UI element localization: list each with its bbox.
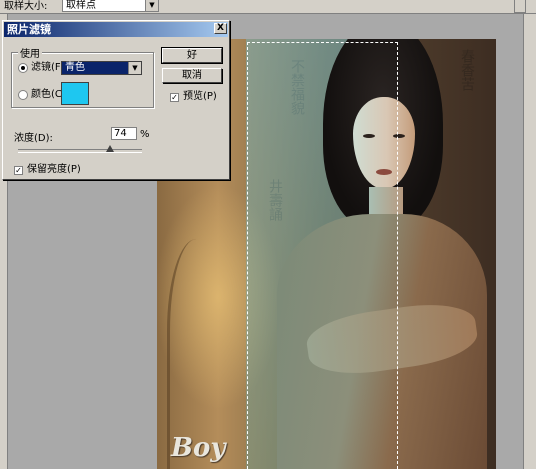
density-input[interactable]: 74 <box>111 127 137 140</box>
options-bar: 取样大小: 取样点 ▼ <box>0 0 536 14</box>
sample-size-select[interactable]: 取样点 ▼ <box>62 0 159 12</box>
photo-filter-dialog: 照片滤镜 X 使用 滤镜(F): 青色 ▼ 颜色(C): 好 取消 ✓ 预览(P… <box>2 20 230 180</box>
sample-size-value: 取样点 <box>66 0 96 11</box>
preserve-luminosity-label: 保留亮度(P) <box>27 164 81 175</box>
dialog-titlebar[interactable]: 照片滤镜 <box>4 22 228 37</box>
filter-radio[interactable] <box>18 63 28 73</box>
density-slider-track[interactable] <box>18 149 142 153</box>
filter-select[interactable]: 青色 ▼ <box>61 61 142 75</box>
dialog-title: 照片滤镜 <box>7 23 51 36</box>
density-unit: % <box>140 129 150 140</box>
sample-size-label: 取样大小: <box>4 1 48 12</box>
use-group-label: 使用 <box>18 45 42 60</box>
cancel-button[interactable]: 取消 <box>162 68 222 83</box>
dropdown-arrow-icon: ▼ <box>145 0 158 11</box>
checkmark-icon: ✓ <box>171 93 178 102</box>
background-calligraphy: 春香苦 <box>459 49 475 91</box>
ok-button[interactable]: 好 <box>161 47 223 64</box>
density-label: 浓度(D): <box>14 133 53 144</box>
dropdown-arrow-icon: ▼ <box>128 62 141 74</box>
palette-well-button[interactable] <box>514 0 526 13</box>
selection-marquee[interactable] <box>247 42 398 469</box>
color-swatch[interactable] <box>61 82 89 105</box>
preserve-luminosity-checkbox[interactable]: ✓ <box>14 166 23 175</box>
preview-label: 预览(P) <box>183 91 217 102</box>
checkmark-icon: ✓ <box>15 166 22 175</box>
color-radio[interactable] <box>18 90 28 100</box>
preview-checkbox[interactable]: ✓ <box>170 93 179 102</box>
filter-select-value: 青色 <box>65 62 85 73</box>
density-slider-thumb[interactable] <box>105 145 114 152</box>
close-icon[interactable]: X <box>214 23 227 34</box>
palettes-panel-edge <box>523 14 536 469</box>
photo-watermark: Boy <box>171 433 226 463</box>
density-value: 74 <box>114 128 127 139</box>
